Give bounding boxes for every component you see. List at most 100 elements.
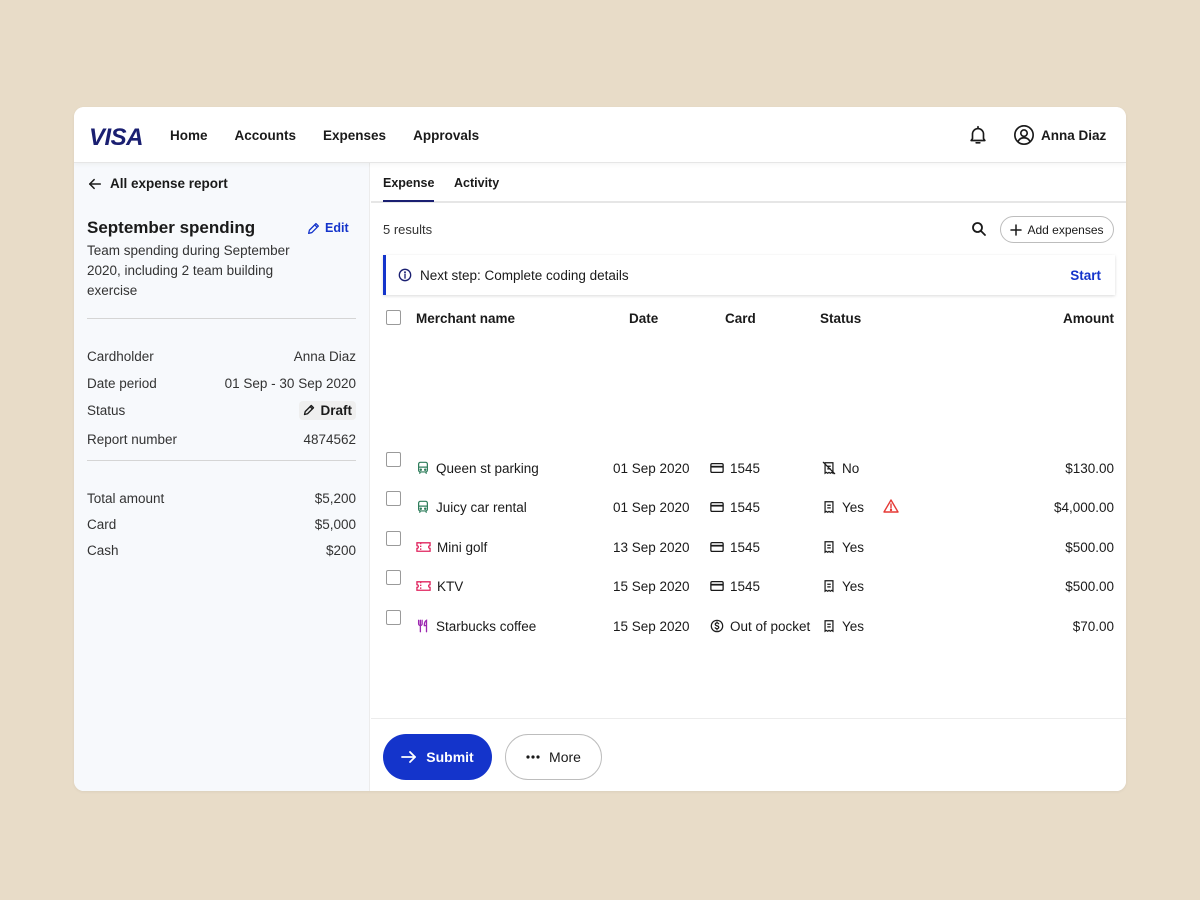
back-link[interactable]: All expense report	[88, 176, 228, 191]
total-card: Card $5,000	[87, 514, 356, 534]
total-label: Cash	[87, 542, 119, 558]
card-cell: 1545	[710, 576, 760, 596]
add-expenses-label: Add expenses	[1027, 222, 1104, 237]
merchant-name: Queen st parking	[436, 460, 539, 476]
merchant-cell: Queen st parking	[416, 458, 539, 478]
row-checkbox[interactable]	[386, 491, 401, 506]
detail-value: Anna Diaz	[293, 348, 356, 364]
row-checkbox[interactable]	[386, 570, 401, 585]
top-nav-bar: VISA Home Accounts Expenses Approvals An…	[74, 107, 1126, 163]
merchant-cell: Juicy car rental	[416, 497, 527, 517]
report-summary-panel: All expense report September spending Ed…	[74, 163, 370, 791]
detail-label: Status	[87, 402, 126, 418]
date-cell: 01 Sep 2020	[613, 460, 690, 476]
detail-date-period: Date period 01 Sep - 30 Sep 2020	[87, 373, 356, 393]
warning-icon[interactable]	[883, 499, 899, 513]
amount-cell: $70.00	[1072, 618, 1114, 634]
select-all-checkbox[interactable]	[386, 310, 401, 325]
total-cash: Cash $200	[87, 540, 356, 560]
ticket-icon	[416, 542, 431, 552]
edit-button[interactable]: Edit	[307, 221, 349, 235]
back-link-label: All expense report	[110, 176, 228, 191]
merchant-name: Starbucks coffee	[436, 618, 537, 634]
search-icon[interactable]	[971, 221, 987, 237]
detail-value: 01 Sep - 30 Sep 2020	[224, 375, 356, 391]
merchant-cell: Mini golf	[416, 537, 487, 557]
row-checkbox[interactable]	[386, 452, 401, 467]
dollar-circle-icon	[710, 619, 724, 633]
detail-label: Report number	[87, 431, 178, 447]
header-status[interactable]: Status	[820, 311, 861, 326]
expense-panel: Expense Activity 5 results Add expenses …	[371, 163, 1126, 791]
card-value: Out of pocket	[730, 618, 811, 634]
total-value: $5,200	[314, 490, 356, 506]
results-count: 5 results	[383, 222, 433, 237]
merchant-name: Juicy car rental	[436, 499, 527, 515]
merchant-cell: Starbucks coffee	[416, 616, 536, 636]
next-step-banner: Next step: Complete coding details Start	[383, 255, 1115, 295]
info-icon	[398, 268, 412, 282]
app-window: VISA Home Accounts Expenses Approvals An…	[74, 107, 1126, 791]
action-footer: Submit More	[371, 718, 1126, 791]
date-cell: 13 Sep 2020	[613, 539, 690, 555]
tab-bar: Expense Activity	[371, 163, 1126, 203]
total-amount: Total amount $5,200	[87, 488, 356, 508]
more-button[interactable]: More	[505, 734, 602, 780]
add-expenses-button[interactable]: Add expenses	[1000, 216, 1114, 243]
merchant-name: KTV	[437, 578, 464, 594]
report-description: Team spending during September 2020, inc…	[87, 243, 290, 298]
detail-report-number: Report number 4874562	[87, 429, 356, 449]
submit-label: Submit	[426, 749, 474, 765]
row-checkbox[interactable]	[386, 531, 401, 546]
receipt-icon	[824, 541, 834, 554]
start-link[interactable]: Start	[1070, 268, 1101, 283]
status-value: Yes	[842, 539, 865, 555]
tab-activity[interactable]: Activity	[454, 176, 499, 190]
card-cell: 1545	[710, 458, 760, 478]
arrow-left-icon	[88, 178, 102, 189]
banner-text: Next step: Complete coding details	[420, 267, 629, 283]
nav-accounts[interactable]: Accounts	[235, 128, 297, 143]
pencil-icon	[304, 404, 315, 416]
row-checkbox[interactable]	[386, 610, 401, 625]
bell-icon[interactable]	[967, 124, 989, 146]
status-badge-label: Draft	[320, 402, 352, 418]
amount-cell: $4,000.00	[1053, 499, 1114, 515]
header-amount[interactable]: Amount	[1063, 311, 1114, 326]
total-value: $200	[325, 542, 356, 558]
cutlery-icon	[417, 619, 428, 633]
amount-cell: $500.00	[1065, 578, 1114, 594]
header-merchant[interactable]: Merchant name	[416, 311, 515, 326]
receipt-icon	[824, 580, 834, 593]
visa-logo[interactable]: VISA	[89, 124, 144, 152]
pencil-icon	[307, 222, 320, 234]
user-menu[interactable]: Anna Diaz	[1013, 124, 1106, 146]
status-cell: Yes	[822, 576, 864, 596]
tab-expense[interactable]: Expense	[383, 176, 435, 202]
credit-card-icon	[710, 541, 724, 553]
ticket-icon	[416, 581, 431, 591]
header-card[interactable]: Card	[725, 311, 756, 326]
credit-card-icon	[710, 580, 724, 592]
main-nav: Home Accounts Expenses Approvals	[170, 107, 506, 163]
card-cell: 1545	[710, 497, 760, 517]
amount-cell: $500.00	[1065, 539, 1114, 555]
nav-home[interactable]: Home	[170, 128, 208, 143]
total-value: $5,000	[314, 516, 356, 532]
arrow-right-icon	[401, 751, 417, 763]
submit-button[interactable]: Submit	[383, 734, 492, 780]
nav-expenses[interactable]: Expenses	[323, 128, 386, 143]
divider	[87, 460, 356, 461]
nav-approvals[interactable]: Approvals	[413, 128, 479, 143]
card-value: 1545	[730, 539, 761, 555]
amount-cell: $130.00	[1065, 460, 1114, 476]
date-cell: 15 Sep 2020	[613, 578, 690, 594]
receipt-icon	[824, 620, 834, 633]
status-cell: Yes	[822, 616, 864, 636]
report-title: September spending	[87, 218, 256, 237]
more-label: More	[549, 749, 581, 765]
edit-label: Edit	[325, 221, 349, 235]
card-cell: 1545	[710, 537, 760, 557]
header-date[interactable]: Date	[629, 311, 658, 326]
user-avatar-icon	[1014, 125, 1034, 145]
